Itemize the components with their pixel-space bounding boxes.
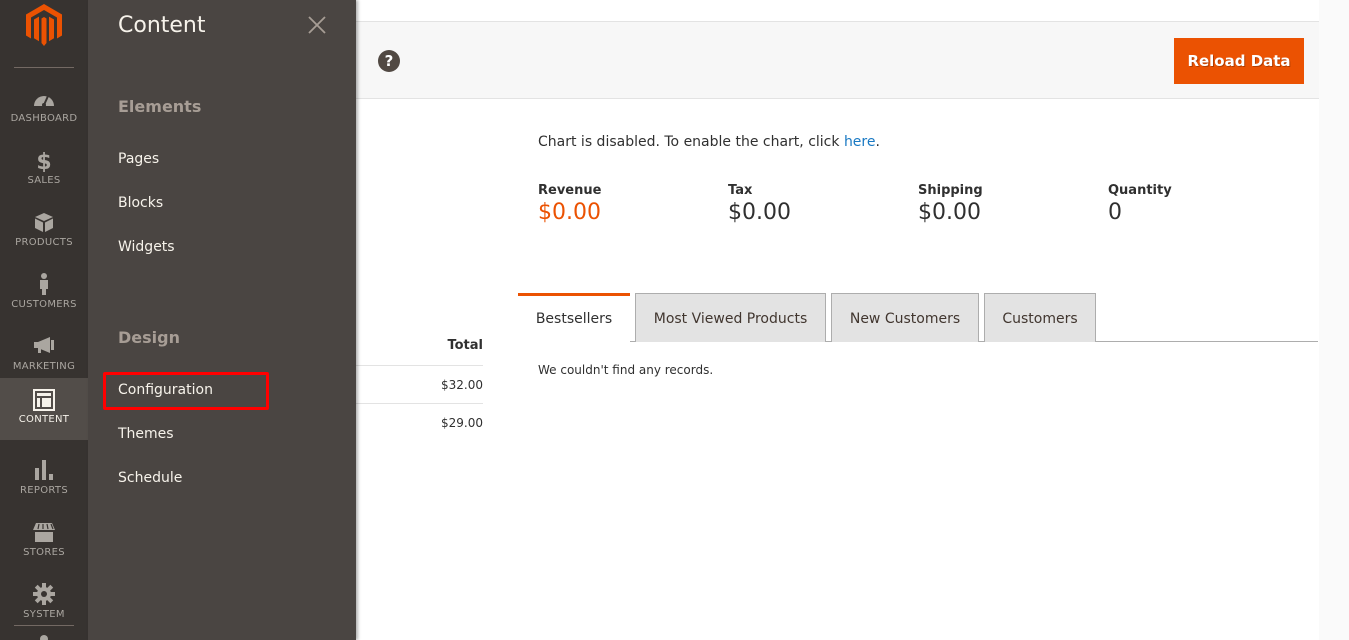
total-label: Quantity <box>1108 183 1172 198</box>
total-label: Revenue <box>538 183 602 198</box>
storefront-icon <box>33 523 55 542</box>
magento-logo-icon[interactable] <box>26 4 62 46</box>
person-icon <box>40 273 48 295</box>
dashboard-icon <box>34 95 54 107</box>
empty-records-message: We couldn't find any records. <box>538 363 714 377</box>
submenu-link-themes[interactable]: Themes <box>118 426 174 442</box>
nav-label: Reports <box>20 485 68 496</box>
tab-new-customers[interactable]: New Customers <box>831 293 979 342</box>
submenu-link-pages[interactable]: Pages <box>118 151 159 167</box>
total-label: Tax <box>728 183 753 198</box>
nav-divider <box>14 67 74 68</box>
nav-item-products[interactable]: Products <box>0 202 88 264</box>
submenu-section-elements: Elements <box>118 97 202 116</box>
layout-icon <box>33 389 55 411</box>
tab-most-viewed-products[interactable]: Most Viewed Products <box>635 293 826 342</box>
total-value: $0.00 <box>538 200 601 225</box>
nav-item-dashboard[interactable]: Dashboard <box>0 78 88 140</box>
total-revenue: Revenue $0.00 <box>538 183 728 225</box>
total-tax: Tax $0.00 <box>728 183 918 225</box>
tab-bestsellers[interactable]: Bestsellers <box>518 293 630 343</box>
total-shipping: Shipping $0.00 <box>918 183 1108 225</box>
nav-item-reports[interactable]: Reports <box>0 450 88 512</box>
total-value: 0 <box>1108 200 1122 225</box>
enable-chart-link[interactable]: here <box>844 134 876 150</box>
submenu-title: Content <box>118 13 206 38</box>
nav-item-content[interactable]: Content <box>0 378 88 440</box>
row-total: $29.00 <box>441 416 483 430</box>
total-value: $0.00 <box>918 200 981 225</box>
dashboard-tabs: Bestsellers Most Viewed Products New Cus… <box>518 293 1318 343</box>
gear-icon <box>33 583 55 605</box>
chart-disabled-note: Chart is disabled. To enable the chart, … <box>538 134 880 150</box>
nav-label: Stores <box>23 547 65 558</box>
total-label: Shipping <box>918 183 983 198</box>
nav-item-customers[interactable]: Customers <box>0 264 88 326</box>
box-icon <box>35 213 53 232</box>
nav-label: Dashboard <box>10 113 78 124</box>
chart-note-text: Chart is disabled. To enable the chart, … <box>538 134 844 150</box>
megaphone-icon <box>34 337 54 353</box>
more-nav-icon[interactable] <box>38 633 50 640</box>
nav-item-sales[interactable]: $ Sales <box>0 140 88 202</box>
column-header-total: Total <box>447 338 483 353</box>
svg-text:$: $ <box>36 150 51 172</box>
close-icon[interactable] <box>306 14 328 36</box>
submenu-link-blocks[interactable]: Blocks <box>118 195 163 211</box>
help-icon[interactable]: ? <box>378 50 400 72</box>
chart-note-suffix: . <box>875 134 880 150</box>
nav-divider <box>14 625 74 626</box>
nav-label: Sales <box>27 175 61 186</box>
nav-label: Marketing <box>12 361 76 372</box>
admin-sidebar: Dashboard $ Sales Products Customers Mar… <box>0 0 88 640</box>
nav-item-system[interactable]: System <box>0 574 88 636</box>
total-value: $0.00 <box>728 200 791 225</box>
nav-label: Customers <box>11 299 77 310</box>
nav-label: Content <box>18 414 70 425</box>
submenu-link-configuration[interactable]: Configuration <box>118 382 213 398</box>
nav-item-stores[interactable]: Stores <box>0 512 88 574</box>
content-submenu: Content Elements Pages Blocks Widgets De… <box>88 0 356 640</box>
reload-data-button[interactable]: Reload Data <box>1174 38 1304 84</box>
submenu-link-schedule[interactable]: Schedule <box>118 470 182 486</box>
submenu-section-design: Design <box>118 328 180 347</box>
nav-label: System <box>23 609 65 620</box>
dollar-icon: $ <box>36 150 51 172</box>
bar-chart-icon <box>35 460 53 480</box>
submenu-link-widgets[interactable]: Widgets <box>118 239 175 255</box>
nav-label: Products <box>15 237 73 248</box>
total-quantity: Quantity 0 <box>1108 183 1298 225</box>
tab-customers[interactable]: Customers <box>984 293 1096 342</box>
dashboard-totals: Revenue $0.00 Tax $0.00 Shipping $0.00 Q… <box>538 183 1298 225</box>
row-total: $32.00 <box>441 378 483 392</box>
